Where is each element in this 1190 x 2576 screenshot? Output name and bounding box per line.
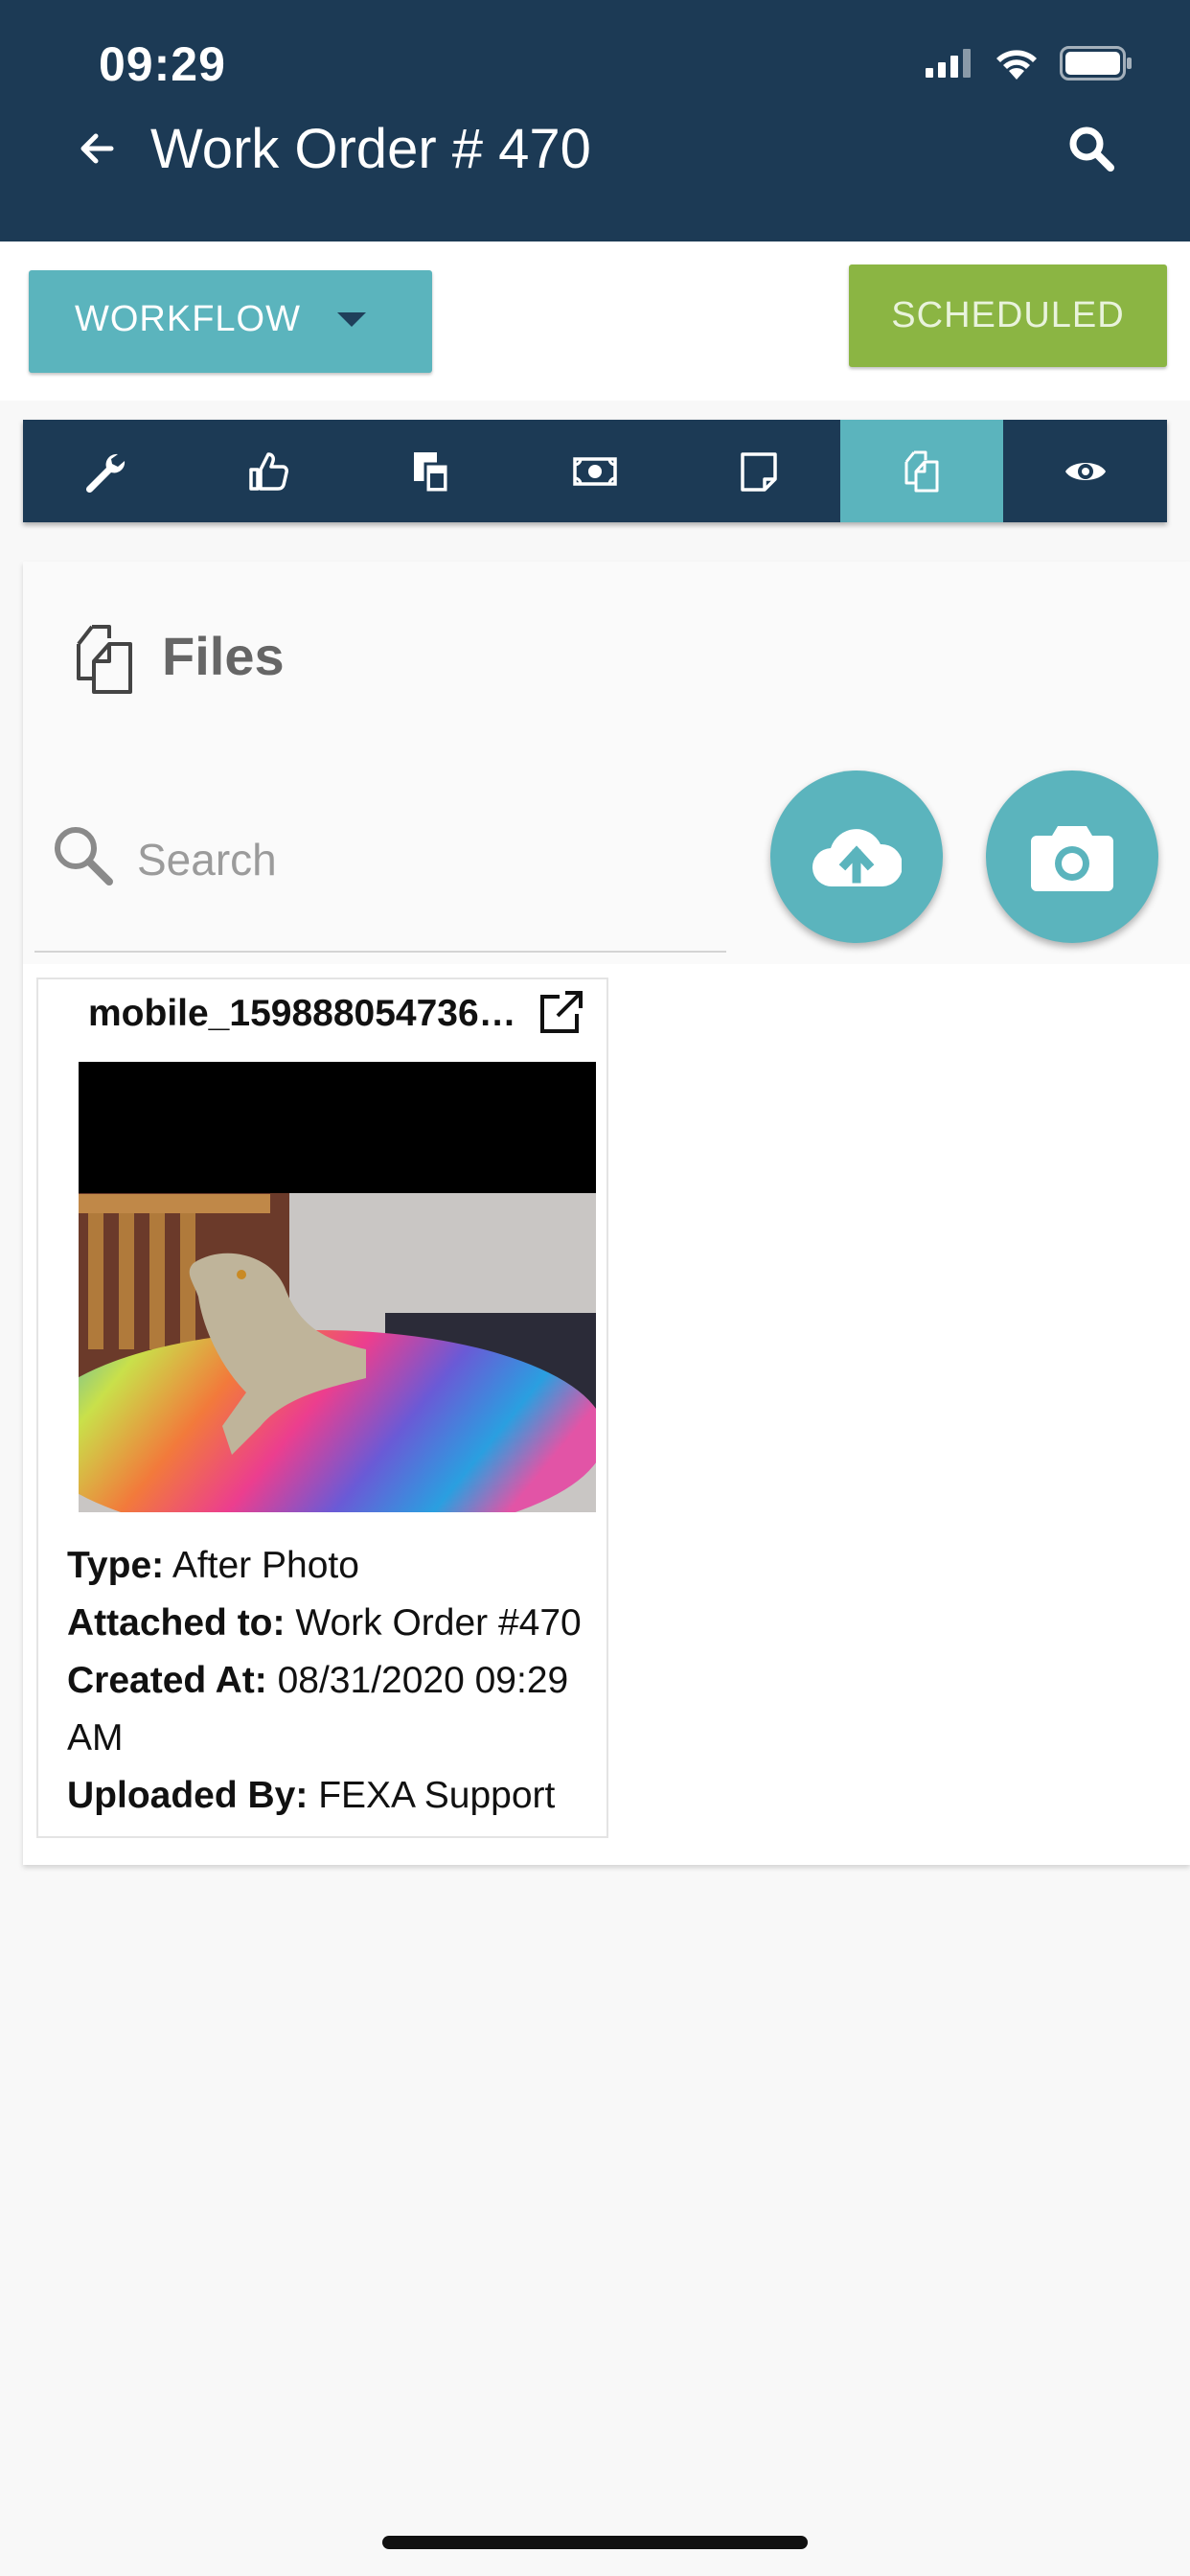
camera-icon bbox=[1031, 826, 1113, 891]
work-order-tabbar bbox=[23, 420, 1167, 522]
file-search-input[interactable] bbox=[137, 828, 674, 891]
note-icon bbox=[740, 451, 777, 492]
status-icons bbox=[926, 44, 1133, 82]
tab-notes[interactable] bbox=[676, 420, 840, 522]
file-attached-label: Attached to: bbox=[67, 1602, 286, 1644]
file-type-value: After Photo bbox=[172, 1545, 359, 1586]
files-icon bbox=[904, 450, 939, 492]
money-icon bbox=[573, 456, 617, 486]
workflow-dropdown[interactable]: WORKFLOW bbox=[29, 270, 432, 373]
eye-icon bbox=[1064, 462, 1106, 480]
section-title: Files bbox=[162, 626, 285, 686]
file-type-row: Type: After Photo bbox=[67, 1537, 604, 1595]
file-search-bar bbox=[34, 772, 726, 953]
files-section-icon bbox=[77, 625, 132, 694]
file-uploaded-row: Uploaded By: FEXA Support bbox=[67, 1767, 604, 1825]
file-created-row: Created At: 08/31/2020 09:29 AM bbox=[67, 1652, 604, 1767]
tab-tasks[interactable] bbox=[23, 420, 187, 522]
search-icon[interactable] bbox=[1067, 125, 1115, 172]
tab-documents[interactable] bbox=[350, 420, 514, 522]
file-thumbnail[interactable] bbox=[79, 1062, 596, 1512]
page-title: Work Order # 470 bbox=[150, 118, 591, 180]
file-name[interactable]: mobile_159888054736… bbox=[88, 993, 538, 1035]
tab-approvals[interactable] bbox=[187, 420, 351, 522]
app-header: 09:29 Work Order # 470 bbox=[0, 0, 1190, 242]
wrench-icon bbox=[86, 453, 126, 493]
back-arrow-icon[interactable] bbox=[75, 123, 123, 174]
files-panel: Files mobile_159888054736… bbox=[23, 562, 1190, 1865]
action-bar: WORKFLOW SCHEDULED bbox=[0, 242, 1190, 401]
file-attached-value: Work Order #470 bbox=[295, 1602, 582, 1644]
file-attached-row: Attached to: Work Order #470 bbox=[67, 1595, 604, 1652]
file-uploaded-label: Uploaded By: bbox=[67, 1775, 309, 1816]
home-indicator[interactable] bbox=[382, 2536, 808, 2549]
workflow-label: WORKFLOW bbox=[75, 299, 301, 339]
tab-invoices[interactable] bbox=[514, 420, 677, 522]
cellular-signal-icon bbox=[926, 49, 971, 78]
photo-thumbnail-image bbox=[79, 1062, 596, 1512]
wifi-icon bbox=[996, 50, 1037, 80]
status-badge[interactable]: SCHEDULED bbox=[849, 264, 1167, 367]
tab-preview[interactable] bbox=[1003, 420, 1167, 522]
take-photo-button[interactable] bbox=[986, 770, 1158, 943]
file-created-label: Created At: bbox=[67, 1660, 267, 1701]
caret-down-icon bbox=[337, 312, 366, 327]
file-details: Type: After Photo Attached to: Work Orde… bbox=[67, 1537, 604, 1825]
status-time: 09:29 bbox=[99, 37, 226, 91]
copy-documents-icon bbox=[414, 451, 450, 494]
file-uploaded-value: FEXA Support bbox=[318, 1775, 556, 1816]
file-card[interactable]: mobile_159888054736… Type: After Photo A… bbox=[36, 978, 608, 1838]
files-header: Files bbox=[23, 562, 1190, 964]
upload-file-button[interactable] bbox=[770, 770, 943, 943]
file-type-label: Type: bbox=[67, 1545, 165, 1586]
battery-icon bbox=[1060, 46, 1132, 80]
external-link-icon[interactable] bbox=[537, 989, 584, 1037]
cloud-upload-icon bbox=[812, 829, 902, 887]
search-icon bbox=[55, 827, 113, 886]
tab-files[interactable] bbox=[839, 420, 1004, 522]
thumbs-up-icon bbox=[249, 451, 288, 491]
